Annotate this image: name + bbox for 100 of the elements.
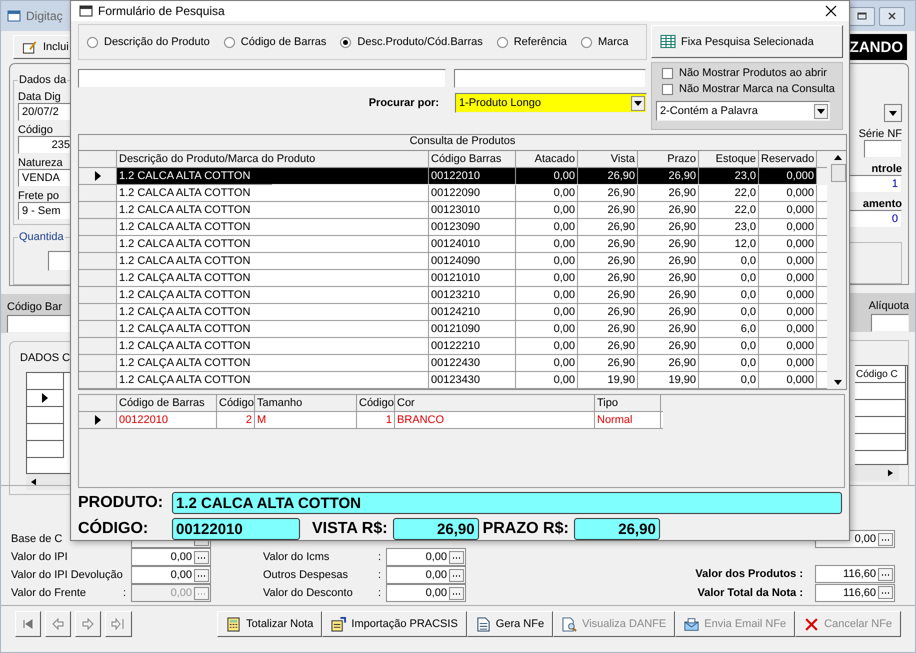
table-cell: 0,000 <box>759 185 817 201</box>
close-icon <box>887 11 897 21</box>
grid-row[interactable] <box>27 424 64 441</box>
table-cell: 23,0 <box>699 219 759 235</box>
next-button[interactable] <box>75 611 102 637</box>
field-label: amento <box>862 198 902 210</box>
radio-circle[interactable] <box>496 36 508 48</box>
table-cell: 1.2 CALCA ALTA COTTON <box>117 219 429 235</box>
code-field: 00122010 <box>172 518 300 540</box>
field-label: Data Dig <box>18 91 62 103</box>
column-header: Código <box>357 395 395 411</box>
close-icon[interactable] <box>825 5 837 17</box>
table-cell: 00124010 <box>429 236 516 252</box>
table-cell: 26,90 <box>578 321 638 337</box>
field-label: Valor do Desconto <box>263 587 354 599</box>
value-field[interactable]: 0,00 <box>386 548 466 566</box>
grid-row[interactable] <box>27 390 64 407</box>
radio-circle[interactable] <box>87 36 98 48</box>
left-arrow-icon <box>31 478 36 486</box>
checkbox[interactable]: Não Mostrar Produtos ao abrir <box>662 67 838 79</box>
document-magnifier-icon <box>562 616 578 632</box>
action-button[interactable]: Gera NFe <box>466 611 554 637</box>
row-indicator[interactable] <box>79 168 117 184</box>
column-header: Tipo <box>595 395 661 411</box>
grid-row[interactable] <box>27 407 64 424</box>
radio-button[interactable]: Marca <box>580 36 628 48</box>
field-label: Base de C <box>11 533 64 545</box>
action-button[interactable]: Importação PRACSIS <box>322 611 467 637</box>
field-label: Frete po <box>18 190 60 202</box>
colon-text: : <box>378 551 382 563</box>
table-cell: 1.2 CALÇA ALTA COTTON <box>117 338 429 354</box>
column-header: Código <box>217 395 255 411</box>
grid-row[interactable] <box>855 417 906 434</box>
first-record-icon <box>22 618 34 630</box>
radio-button[interactable]: Referência <box>496 36 567 48</box>
table-cell: 0,000 <box>759 304 817 320</box>
value-field[interactable]: 116,60 <box>815 565 895 584</box>
grid-row[interactable] <box>855 400 906 417</box>
notepad-icon <box>331 616 346 632</box>
ellipsis-button[interactable] <box>449 550 464 564</box>
column-header: Cor <box>395 395 595 411</box>
radio-button[interactable]: Código de Barras <box>224 36 326 48</box>
table-cell: 19,90 <box>638 372 699 388</box>
grid-row[interactable] <box>855 434 906 451</box>
previous-button[interactable] <box>45 611 72 637</box>
value-field[interactable]: 0,00 <box>386 584 466 602</box>
field-value: 0,00 <box>426 587 447 599</box>
ellipsis-button[interactable] <box>449 586 464 600</box>
input-field[interactable] <box>864 140 902 158</box>
grid-row[interactable] <box>27 373 64 390</box>
search-field[interactable] <box>454 69 646 88</box>
search-by-dropdown[interactable]: 1-Produto Longo <box>455 93 647 113</box>
table-cell: 0,00 <box>516 270 578 286</box>
grid-row[interactable] <box>27 441 64 458</box>
first-record-button[interactable] <box>15 611 42 637</box>
value-field[interactable]: 0,00 <box>131 566 211 584</box>
field-label: Procurar por: <box>368 97 439 109</box>
restore-button[interactable] <box>849 6 875 26</box>
table-cell: 1.2 CALÇA ALTA COTTON <box>117 372 429 388</box>
table-cell: 1.2 CALCA ALTA COTTON <box>117 236 429 252</box>
colon-text: : <box>378 569 382 581</box>
ellipsis-button[interactable] <box>449 568 464 582</box>
ellipsis-button[interactable] <box>194 568 209 582</box>
match-mode-dropdown[interactable]: 2-Contém a Palavra <box>656 101 830 121</box>
table-cell: 00122430 <box>429 355 516 371</box>
close-button[interactable] <box>879 6 905 26</box>
value-field[interactable]: 0,00 <box>131 548 211 566</box>
last-record-button[interactable] <box>105 611 132 637</box>
radio-circle[interactable] <box>580 36 592 48</box>
field-value: 0,00 <box>426 551 447 563</box>
field-value: 0,00 <box>170 569 192 581</box>
checkbox[interactable]: Não Mostrar Marca na Consulta <box>662 83 838 95</box>
table-cell: 0,000 <box>759 253 817 269</box>
action-button[interactable]: Totalizar Nota <box>217 611 322 637</box>
column-header: Tamanho <box>255 395 357 411</box>
table-cell: 1.2 CALÇA ALTA COTTON <box>117 270 429 286</box>
table-cell: 00122010 <box>429 168 516 184</box>
table-cell: 0,00 <box>516 355 578 371</box>
fix-search-button[interactable]: Fixa Pesquisa Selecionada <box>651 25 843 58</box>
ellipsis-button[interactable] <box>194 550 209 564</box>
search-field[interactable] <box>78 69 446 88</box>
grid-row[interactable] <box>855 383 906 400</box>
table-cell: 00122090 <box>429 185 516 201</box>
ellipsis-button[interactable] <box>878 532 893 546</box>
radio-circle[interactable] <box>340 36 352 48</box>
column-header: Código de Barras <box>117 395 217 411</box>
table-cell: 26,90 <box>578 202 638 218</box>
radio-circle[interactable] <box>224 36 235 48</box>
scrollbar-thumb[interactable] <box>830 164 846 182</box>
group-title: Quantida <box>18 231 65 243</box>
input-field[interactable] <box>871 314 909 332</box>
value-field[interactable]: 116,60 <box>815 584 895 602</box>
term-price-label: PRAZO R$: <box>482 520 569 538</box>
value-field[interactable]: 0,00 <box>386 566 466 584</box>
table-cell: 0,00 <box>516 202 578 218</box>
field-label: Outros Despesas <box>263 569 349 581</box>
dropdown-arrow-button[interactable] <box>884 104 902 122</box>
ellipsis-button[interactable] <box>878 586 893 600</box>
ellipsis-button[interactable] <box>878 568 893 581</box>
table-cell: 00121010 <box>429 270 516 286</box>
